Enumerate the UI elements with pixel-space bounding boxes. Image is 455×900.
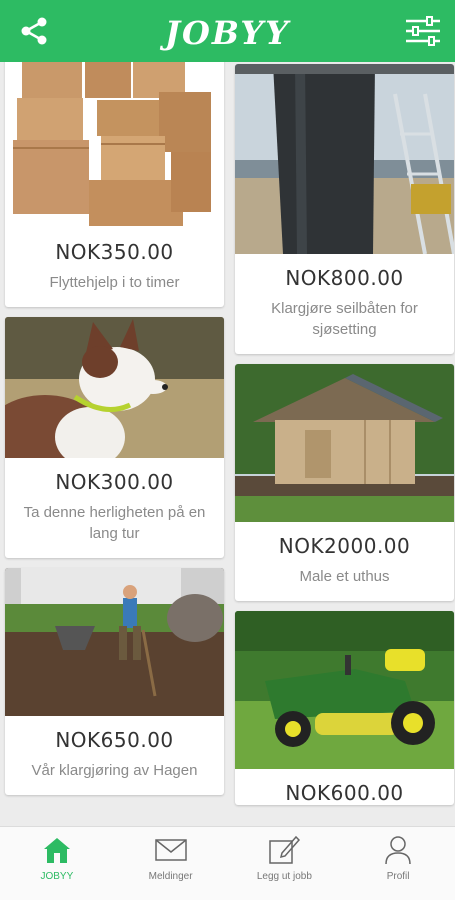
job-description: Klargjøre seilbåten for sjøsetting: [271, 300, 418, 338]
job-feed[interactable]: NOK350.00 Flyttehjelp i to timer NOK300.…: [0, 62, 455, 826]
nav-item-home[interactable]: JOBYY: [0, 827, 114, 900]
feed-column-left: NOK350.00 Flyttehjelp i to timer NOK300.…: [5, 62, 224, 805]
job-description: Flyttehjelp i to timer: [49, 274, 180, 291]
sliders-icon: [406, 16, 440, 46]
garden-work-image: [5, 568, 224, 716]
job-price: NOK600.00: [285, 781, 404, 805]
app-bar: JOBYY: [0, 0, 455, 62]
job-description: Male et uthus: [299, 568, 390, 585]
nav-label: JOBYY: [40, 871, 74, 882]
job-card[interactable]: NOK2000.00 Male et uthus: [235, 364, 454, 601]
nav-item-profile[interactable]: Profil: [341, 827, 455, 900]
job-price: NOK650.00: [55, 728, 174, 752]
share-icon: [21, 17, 47, 45]
job-price: NOK800.00: [285, 266, 404, 290]
share-button[interactable]: [16, 13, 52, 49]
moving-boxes-image: [5, 62, 224, 228]
nav-label: Meldinger: [148, 871, 193, 882]
job-card[interactable]: NOK650.00 Vår klargjøring av Hagen: [5, 568, 224, 795]
job-card[interactable]: NOK600.00: [235, 611, 454, 805]
job-price: NOK2000.00: [278, 534, 411, 558]
sailboat-hull-image: [235, 64, 454, 254]
nav-item-post-job[interactable]: Legg ut jobb: [228, 827, 342, 900]
job-price: NOK300.00: [55, 470, 174, 494]
feed-column-right: NOK800.00 Klargjøre seilbåten for sjøset…: [235, 62, 454, 815]
edit-icon: [269, 835, 301, 864]
nav-label: Profil: [386, 871, 410, 882]
lawn-tractor-image: [235, 611, 454, 769]
nav-label: Legg ut jobb: [256, 871, 312, 882]
job-card[interactable]: NOK800.00 Klargjøre seilbåten for sjøset…: [235, 64, 454, 354]
job-description: Ta denne herligheten på en lang tur: [23, 504, 206, 542]
app-title: JOBYY: [164, 14, 291, 52]
job-card[interactable]: NOK300.00 Ta denne herligheten på en lan…: [5, 317, 224, 558]
job-description: Vår klargjøring av Hagen: [31, 762, 198, 779]
home-icon: [43, 838, 70, 863]
job-card[interactable]: NOK350.00 Flyttehjelp i to timer: [5, 62, 224, 307]
nav-item-messages[interactable]: Meldinger: [114, 827, 228, 900]
filter-button[interactable]: [405, 13, 441, 49]
envelope-icon: [154, 839, 187, 861]
dog-image: [5, 317, 224, 458]
job-price: NOK350.00: [55, 240, 174, 264]
user-icon: [385, 836, 411, 865]
bottom-navigation: JOBYY Meldinger Legg ut jobb Profil: [0, 826, 455, 900]
shed-image: [235, 364, 454, 522]
